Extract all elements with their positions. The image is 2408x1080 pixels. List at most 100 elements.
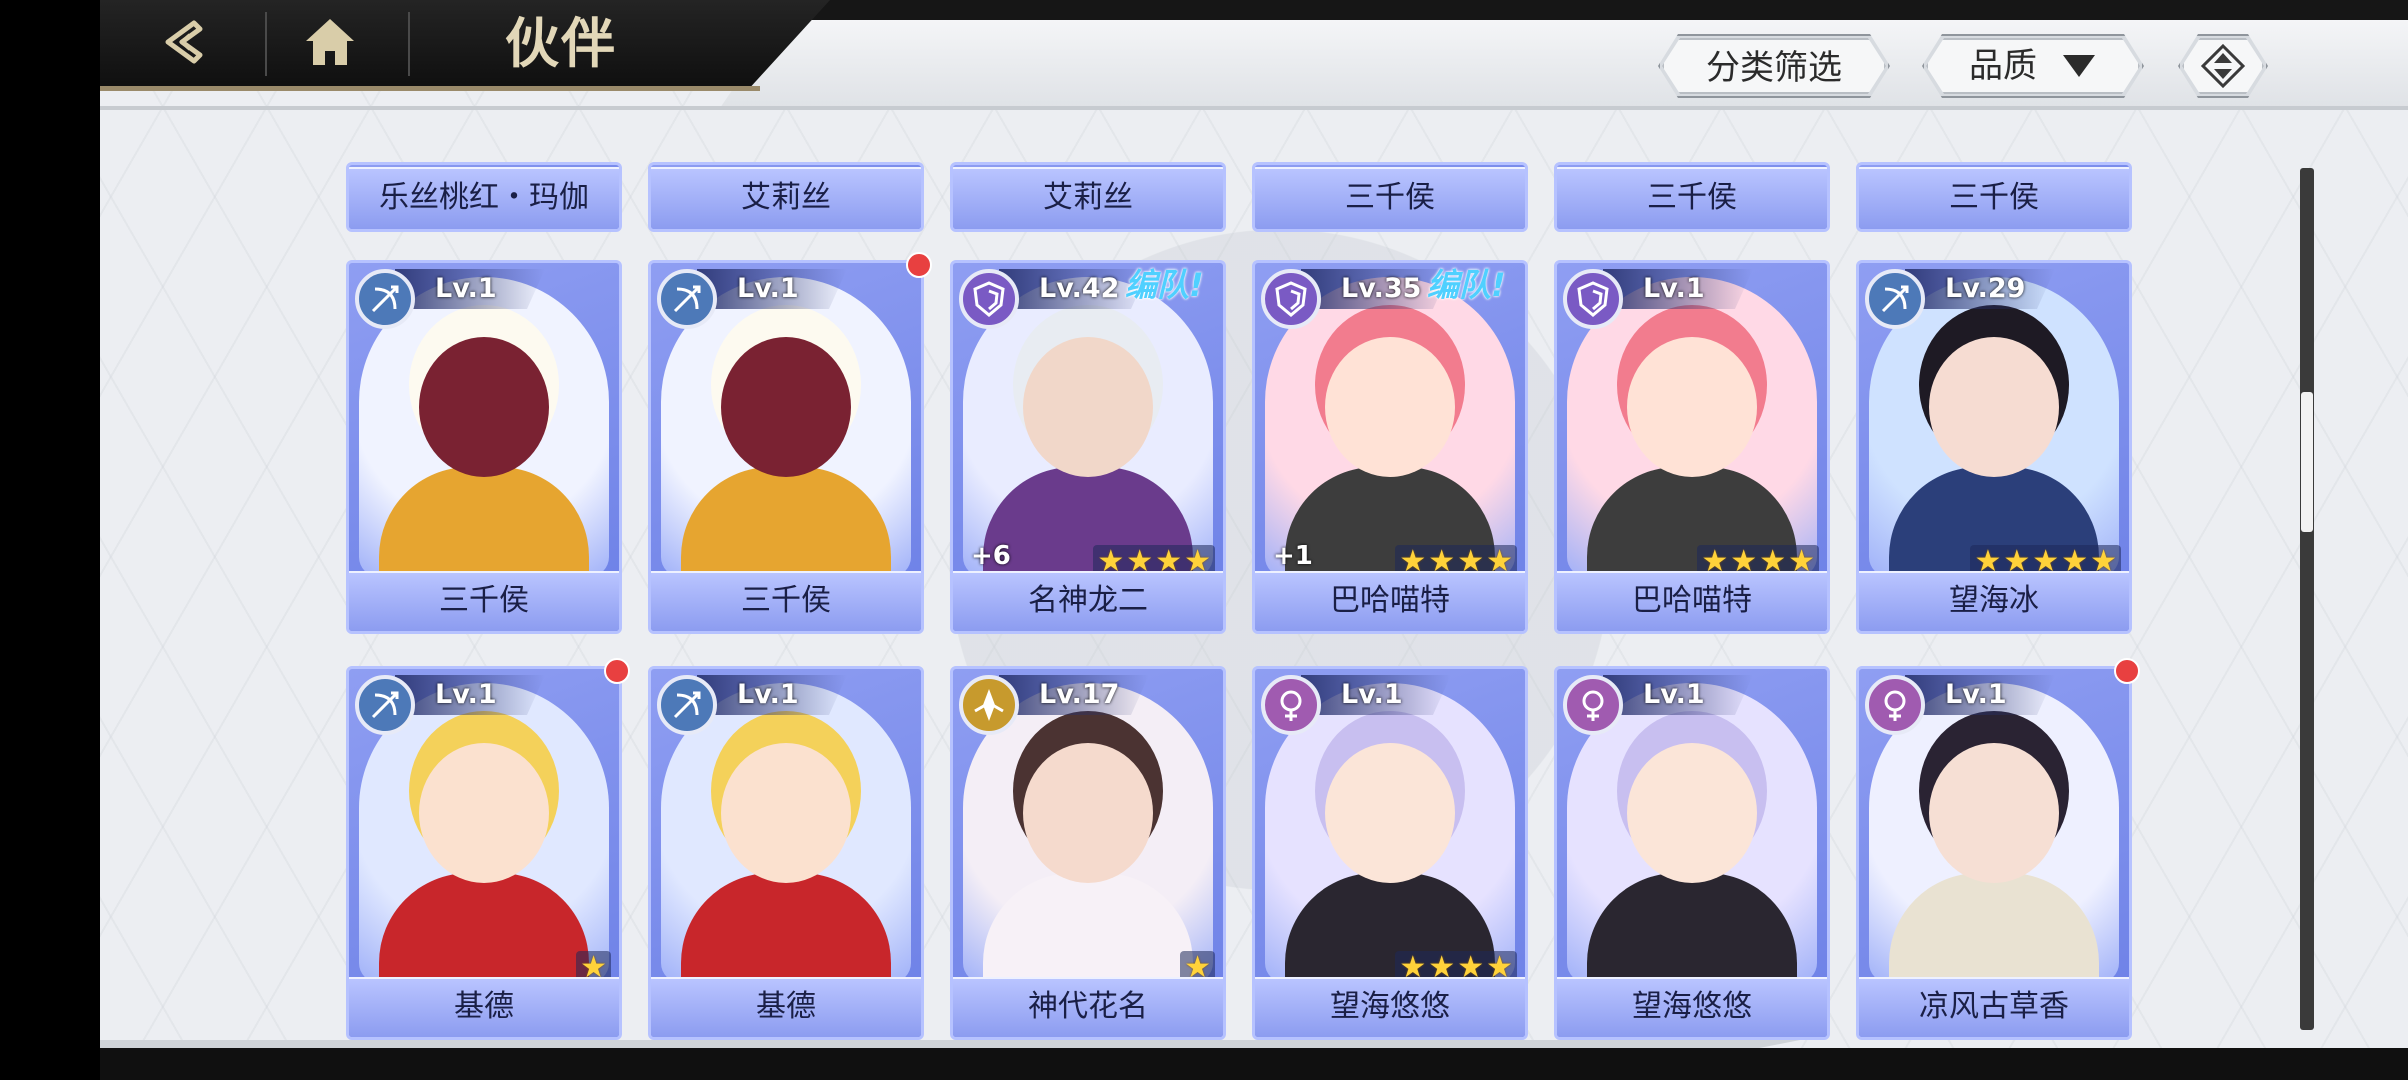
portrait-head [1627,743,1757,883]
portrait-body [379,873,589,983]
portrait-head [1325,337,1455,477]
partner-card[interactable]: Lv.1 ★ 基德 [346,666,622,1040]
archer-class-icon [657,269,717,329]
partner-level: Lv.35 [1341,273,1422,304]
archer-class-icon [657,675,717,735]
partner-name: 望海悠悠 [1557,977,1827,1037]
partner-level: Lv.1 [1341,679,1403,710]
scrollbar-track[interactable] [2300,168,2314,1030]
portrait-body [1587,873,1797,983]
portrait-body [1889,873,2099,983]
partner-card[interactable]: Lv.42 编队! +6 ★ ★ ★ ★ 名神龙二 [950,260,1226,634]
partner-card[interactable]: 乐丝桃红・玛伽 [346,162,622,232]
partner-name: 三千侯 [1557,167,1827,229]
header-divider [100,106,2408,110]
partner-card[interactable]: Lv.1 ★ ★ ★ ★ 巴哈喵特 [1554,260,1830,634]
partner-card[interactable]: Lv.17 ★ 神代花名 [950,666,1226,1040]
partner-name: 神代花名 [953,977,1223,1037]
partner-name: 乐丝桃红・玛伽 [349,167,619,229]
portrait-body [983,873,1193,983]
scrollbar-thumb[interactable] [2301,391,2313,532]
partner-level: Lv.1 [435,273,497,304]
partner-name: 望海冰 [1859,571,2129,631]
quality-label: 品质 [1969,46,2037,86]
partner-level: Lv.29 [1945,273,2026,304]
page-title: 伙伴 [505,11,617,75]
upgrade-count: +6 [971,541,1011,571]
partner-name: 基德 [349,977,619,1037]
partner-name: 巴哈喵特 [1255,571,1525,631]
partner-name: 名神龙二 [953,571,1223,631]
portrait-head [1929,743,2059,883]
portrait-body [681,467,891,577]
header-bar [720,20,2408,108]
partner-card[interactable]: 三千侯 [1856,162,2132,232]
partner-name: 望海悠悠 [1255,977,1525,1037]
quality-sort-dropdown[interactable]: 品质 [1926,38,2140,94]
mage-class-icon [1865,675,1925,735]
partner-card[interactable]: Lv.29 ★ ★ ★ ★ ★ 望海冰 [1856,260,2132,634]
archer-class-icon [1865,269,1925,329]
partner-name: 艾莉丝 [953,167,1223,229]
partner-level: Lv.1 [1643,273,1705,304]
partner-level: Lv.1 [1945,679,2007,710]
partner-level: Lv.17 [1039,679,1120,710]
partner-level: Lv.1 [1643,679,1705,710]
back-arrow-icon [165,20,203,64]
portrait-head [1929,337,2059,477]
healer-class-icon [959,675,1019,735]
portrait-head [721,337,851,477]
partner-name: 三千侯 [651,571,921,631]
partner-name: 凉风古草香 [1859,977,2129,1037]
portrait-head [419,337,549,477]
notification-dot [604,658,630,684]
partner-level: Lv.42 [1039,273,1120,304]
portrait-head [1023,337,1153,477]
footer-bar [100,1048,2408,1080]
title-plate-edge [100,86,760,91]
partner-name: 三千侯 [349,571,619,631]
portrait-head [1627,337,1757,477]
partner-card[interactable]: 艾莉丝 [648,162,924,232]
partner-card[interactable]: Lv.35 编队! +1 ★ ★ ★ ★ 巴哈喵特 [1252,260,1528,634]
defender-class-icon [959,269,1019,329]
notification-dot [906,252,932,278]
back-button[interactable] [150,12,230,72]
portrait-head [419,743,549,883]
partner-name: 艾莉丝 [651,167,921,229]
header-separator [265,12,267,76]
sort-toggle-icon [2201,44,2245,88]
triangle-down-icon [2061,53,2097,79]
mage-class-icon [1261,675,1321,735]
notification-dot [2114,658,2140,684]
partner-level: Lv.1 [435,679,497,710]
defender-class-icon [1563,269,1623,329]
partner-level: Lv.1 [737,679,799,710]
partner-card[interactable]: Lv.1 凉风古草香 [1856,666,2132,1040]
partner-card[interactable]: Lv.1 望海悠悠 [1554,666,1830,1040]
category-filter-button[interactable]: 分类筛选 [1662,38,1886,94]
header-separator [408,12,410,76]
team-badge: 编队! [1125,266,1204,304]
home-icon [306,19,354,65]
partner-card[interactable]: Lv.1 ★ ★ ★ ★ 望海悠悠 [1252,666,1528,1040]
team-badge: 编队! [1427,266,1506,304]
partner-card[interactable]: 三千侯 [1252,162,1528,232]
upgrade-count: +1 [1273,541,1313,571]
portrait-body [379,467,589,577]
portrait-body [681,873,891,983]
partner-card[interactable]: Lv.1 三千侯 [648,260,924,634]
partner-name: 巴哈喵特 [1557,571,1827,631]
partner-name: 基德 [651,977,921,1037]
portrait-head [721,743,851,883]
partner-card[interactable]: Lv.1 三千侯 [346,260,622,634]
partner-card[interactable]: 艾莉丝 [950,162,1226,232]
partner-card[interactable]: 三千侯 [1554,162,1830,232]
home-button[interactable] [290,10,370,74]
archer-class-icon [355,269,415,329]
partner-card[interactable]: Lv.1 基德 [648,666,924,1040]
portrait-head [1023,743,1153,883]
partner-screen: 伙伴 分类筛选 品质 乐丝桃红・玛伽 艾莉丝 艾莉丝 三千侯 三千侯 三千侯 L… [100,0,2408,1080]
partner-name: 三千侯 [1859,167,2129,229]
partner-level: Lv.1 [737,273,799,304]
